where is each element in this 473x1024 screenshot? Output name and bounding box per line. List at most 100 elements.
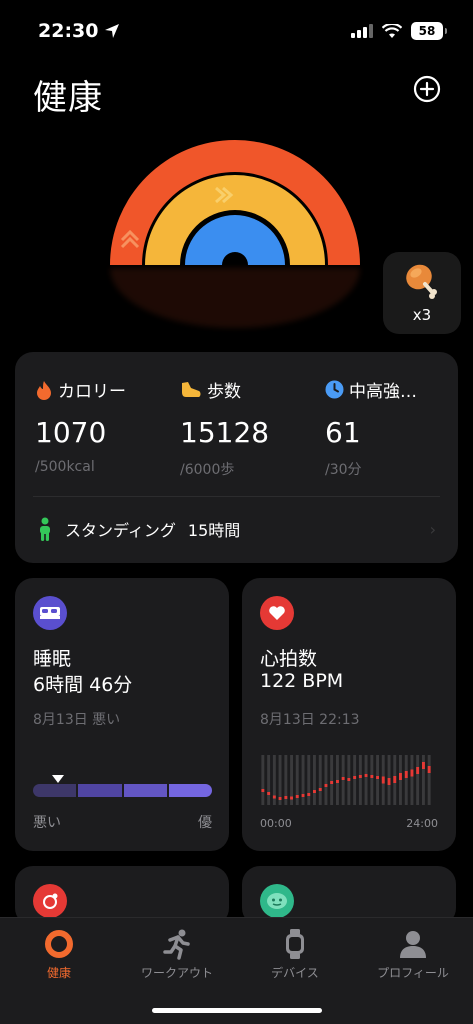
intensity-label: 中高強… [349,382,417,402]
heart-rate-chart [261,755,431,805]
profile-icon [400,931,426,958]
heart-rate-mark [318,788,322,791]
drumstick-icon [406,264,437,299]
tab-profile-label: プロフィール [377,966,449,980]
heart-rate-axis: 00:00 24:00 [260,817,438,830]
tab-health[interactable]: 健康 [0,928,118,981]
heart-rate-mark [336,780,339,783]
ring-icon [45,930,73,958]
tab-workout[interactable]: ワークアウト [118,928,236,981]
wifi-icon [382,23,402,38]
heart-rate-mark [387,778,391,785]
heart-rate-mark [353,776,357,779]
reward-badge[interactable]: x3 [383,252,461,334]
standing-person-icon [40,517,50,541]
tab-devices[interactable]: デバイス [236,928,354,981]
blood-oxygen-icon [33,884,67,918]
calories-goal: /500kcal [35,459,95,475]
heart-rate-column [358,755,362,805]
card-divider [33,496,440,497]
heart-rate-axis-start: 00:00 [260,817,292,830]
heart-rate-mark [399,773,402,780]
heart-rate-mark [272,795,276,799]
intensity-goal: /30分 [325,462,362,478]
tab-workout-label: ワークアウト [140,966,213,980]
heart-rate-column [364,755,368,805]
heart-rate-mark [422,762,425,769]
heart-rate-mark [313,790,316,793]
tab-profile[interactable]: プロフィール [354,928,472,981]
heart-rate-mark [370,775,374,778]
heart-rate-column [376,755,379,805]
heart-rate-mark [347,778,351,781]
status-time: 22:30 [38,20,120,42]
location-arrow-icon [105,24,120,38]
running-icon [163,929,190,960]
activity-summary-card[interactable]: カロリー 1070 /500kcal 歩数 15128 /6000歩 中高強… … [15,352,458,563]
heart-rate-mark [376,776,379,779]
standing-label: スタンディング [65,521,176,540]
add-button[interactable] [413,75,441,103]
heart-rate-mark [261,789,265,792]
battery-indicator: 58 [411,22,447,40]
home-indicator [152,1008,322,1013]
sleep-bar-segment [33,784,77,797]
heart-rate-column [370,755,374,805]
cellular-signal-icon [351,24,373,38]
heart-rate-column [313,755,316,805]
intensity-metric[interactable]: 中高強… 61 /30分 [325,377,417,479]
heart-rate-column [318,755,322,805]
status-indicators: 58 [351,22,447,40]
heart-rate-mark [364,774,368,777]
calories-metric[interactable]: カロリー 1070 /500kcal [35,377,126,475]
heart-rate-mark [330,781,334,784]
calories-label: カロリー [58,382,126,402]
heart-rate-column [353,755,357,805]
sleep-tile[interactable]: 睡眠 6時間 46分 8月13日 悪い 悪い 優 [15,578,229,851]
sleep-axis-right: 優 [198,815,212,831]
heart-rate-mark [295,795,299,798]
heart-rate-mark [341,777,345,780]
chevron-right-icon: › [429,519,436,539]
reward-count: x3 [412,306,432,324]
heart-rate-mark [358,775,362,778]
heart-rate-mark [278,797,282,800]
watch-icon [286,929,304,959]
sleep-axis: 悪い 優 [33,812,212,832]
sleep-score-marker [52,775,65,783]
heart-rate-mark [404,771,408,778]
heart-rate-mark [284,796,288,799]
heart-rate-mark [324,784,328,787]
heart-rate-tile[interactable]: 心拍数 122 BPM 8月13日 22:13 00:00 24:00 [242,578,456,851]
sleep-title: 睡眠 [33,648,72,670]
standing-value: 15時間 [187,521,241,540]
heart-rate-mark [381,776,385,784]
sleep-axis-left: 悪い [33,815,61,831]
heart-rate-mark [393,776,397,783]
sleep-bar-segment [123,784,167,797]
heart-rate-column [261,755,265,805]
heart-rate-column [267,755,271,805]
status-bar: 22:30 58 [0,0,473,60]
heart-rate-column [427,755,431,805]
heart-rate-mark [307,793,311,796]
sleep-duration: 6時間 46分 [33,674,133,696]
steps-metric[interactable]: 歩数 15128 /6000歩 [180,377,269,479]
heart-icon [260,596,294,630]
intensity-value: 61 [325,416,361,449]
heart-rate-column [330,755,334,805]
heart-rate-mark [267,792,271,795]
heart-rate-mark [410,769,414,777]
standing-row[interactable]: スタンディング 15時間 › [37,514,436,544]
heart-rate-column [324,755,328,805]
steps-value: 15128 [180,416,270,449]
heart-rate-mark [290,796,293,800]
heart-rate-value: 122 BPM [260,670,344,692]
heart-rate-mark [301,794,305,797]
tab-health-label: 健康 [46,966,71,980]
sleep-bar-segment [168,784,212,797]
tab-devices-label: デバイス [271,966,319,980]
heart-rate-title: 心拍数 [260,648,318,670]
heart-rate-column [404,755,408,805]
heart-rate-column [416,755,420,805]
